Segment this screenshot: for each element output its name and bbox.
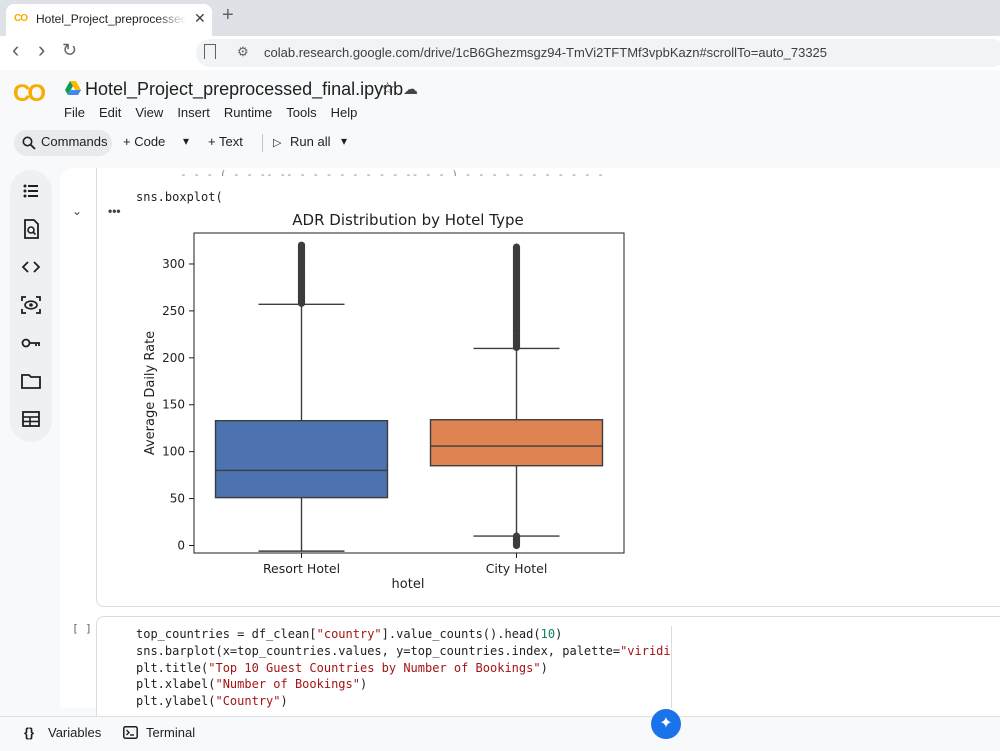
code-line: sns.barplot(x=top_countries.values, y=to… bbox=[136, 643, 671, 660]
new-tab-icon[interactable]: + bbox=[222, 4, 234, 27]
run-all-play-icon: ▷ bbox=[273, 137, 282, 149]
site-info-icon[interactable]: ⚙ bbox=[237, 44, 249, 60]
y-tick-label: 100 bbox=[162, 445, 185, 459]
code-token: top_countries = df_clean[ bbox=[136, 627, 317, 641]
terminal-icon bbox=[123, 726, 138, 739]
y-tick-label: 0 bbox=[177, 538, 185, 552]
menu-insert[interactable]: Insert bbox=[177, 105, 210, 120]
colab-logo[interactable]: CO bbox=[13, 80, 46, 108]
secrets-key-icon[interactable] bbox=[19, 331, 43, 355]
cut-off-code-line: - - - ( - - -- -- - - - - - - - - -- - -… bbox=[180, 168, 604, 176]
menu-runtime[interactable]: Runtime bbox=[224, 105, 272, 120]
code-token: plt.xlabel( bbox=[136, 677, 216, 692]
commands-label[interactable]: Commands bbox=[41, 134, 107, 149]
add-code-button[interactable]: + Code bbox=[123, 134, 165, 149]
code-line: plt.ylabel("Country") bbox=[136, 693, 671, 708]
y-tick-label: 300 bbox=[162, 257, 185, 271]
code-token: ) bbox=[555, 627, 563, 641]
code-token: "Country" bbox=[215, 694, 281, 708]
code-line: sns.boxplot( bbox=[136, 190, 223, 204]
code-line: top_countries = df_clean["country"].valu… bbox=[136, 626, 671, 643]
close-tab-icon[interactable]: ✕ bbox=[194, 10, 206, 27]
variables-button[interactable]: Variables bbox=[48, 725, 101, 740]
y-tick-label: 250 bbox=[162, 304, 185, 318]
box-1 bbox=[214, 419, 389, 499]
find-icon[interactable] bbox=[19, 217, 43, 241]
code-editor[interactable]: top_countries = df_clean["country"].valu… bbox=[136, 626, 672, 708]
data-table-icon[interactable] bbox=[19, 407, 43, 431]
gemini-button[interactable]: ✦ bbox=[651, 709, 681, 739]
y-tick-label: 150 bbox=[162, 398, 185, 412]
bookmark-icon[interactable] bbox=[204, 44, 216, 59]
run-cell-bracket[interactable]: [ ] bbox=[72, 622, 92, 635]
menu-edit[interactable]: Edit bbox=[99, 105, 121, 120]
toolbar-divider bbox=[262, 134, 263, 152]
variables-icon: {} bbox=[24, 725, 35, 740]
x-tick-label: Resort Hotel bbox=[263, 561, 340, 576]
code-token: plt.title( bbox=[136, 660, 209, 675]
code-line: plt.title("Top 10 Guest Countries by Num… bbox=[136, 660, 671, 677]
code-token: "Top 10 Guest Countries by Number of Boo… bbox=[208, 660, 541, 675]
browser-tab[interactable]: CO Hotel_Project_preprocessed_final.ipyn… bbox=[6, 4, 212, 36]
url-text[interactable]: colab.research.google.com/drive/1cB6Ghez… bbox=[264, 45, 827, 60]
google-drive-icon bbox=[65, 81, 81, 95]
code-token: ) bbox=[280, 694, 288, 708]
forward-icon[interactable]: › bbox=[38, 37, 45, 63]
y-axis-label: Average Daily Rate bbox=[143, 331, 158, 455]
outlier-point bbox=[297, 241, 306, 249]
menu-view[interactable]: View bbox=[135, 105, 163, 120]
code-token: "Number of Bookings" bbox=[215, 677, 360, 692]
add-text-button[interactable]: + Text bbox=[208, 134, 243, 149]
menu-help[interactable]: Help bbox=[331, 105, 358, 120]
outlier-point bbox=[512, 243, 521, 251]
cloud-sync-icon[interactable]: ☁ bbox=[403, 80, 418, 98]
code-token: ].value_counts().head( bbox=[381, 627, 541, 641]
y-tick-label: 200 bbox=[162, 351, 185, 365]
terminal-button[interactable]: Terminal bbox=[146, 725, 195, 740]
code-token: sns.barplot(x=top_countries.values, y=to… bbox=[136, 643, 621, 658]
collapse-output-icon[interactable]: ⌄ bbox=[72, 204, 82, 218]
code-line: plt.xlabel("Number of Bookings") bbox=[136, 676, 671, 693]
code-snippets-icon[interactable] bbox=[19, 255, 43, 279]
menu-file[interactable]: File bbox=[64, 105, 85, 120]
y-tick-label: 50 bbox=[170, 492, 185, 506]
reload-icon[interactable]: ↻ bbox=[62, 40, 77, 61]
star-icon[interactable]: ☆ bbox=[380, 79, 395, 99]
box-2 bbox=[429, 419, 604, 467]
menu-bar: File Edit View Insert Runtime Tools Help bbox=[64, 105, 371, 120]
x-axis-label: hotel bbox=[392, 577, 425, 592]
code-token: plt.ylabel( bbox=[136, 694, 216, 708]
code-dropdown-icon[interactable]: ▾ bbox=[183, 134, 189, 148]
code-token: ) bbox=[359, 677, 368, 692]
outlier-point bbox=[512, 532, 521, 540]
run-all-dropdown-icon[interactable]: ▾ bbox=[341, 134, 347, 148]
code-token: ) bbox=[540, 660, 548, 675]
chart-title: ADR Distribution by Hotel Type bbox=[292, 211, 523, 229]
code-token: 10 bbox=[540, 627, 556, 641]
code-token: "country" bbox=[316, 627, 382, 641]
search-icon bbox=[22, 136, 36, 150]
inspector-icon[interactable] bbox=[19, 293, 43, 317]
toc-icon[interactable] bbox=[19, 179, 43, 203]
x-tick-label: City Hotel bbox=[486, 561, 548, 576]
run-all-button[interactable]: Run all bbox=[290, 134, 330, 149]
colab-favicon-icon: CO bbox=[14, 13, 28, 24]
notebook-title[interactable]: Hotel_Project_preprocessed_final.ipynb bbox=[85, 79, 403, 100]
back-icon[interactable]: ‹ bbox=[12, 37, 19, 63]
code-token: "viridis" bbox=[620, 643, 671, 658]
plot-frame bbox=[193, 232, 625, 554]
menu-tools[interactable]: Tools bbox=[286, 105, 316, 120]
tab-title: Hotel_Project_preprocessed_final.ipynb bbox=[36, 12, 186, 26]
output-actions-icon[interactable]: ••• bbox=[108, 204, 121, 218]
files-folder-icon[interactable] bbox=[19, 369, 43, 393]
adr-boxplot-chart: ADR Distribution by Hotel Type 0 50 100 150… bbox=[143, 211, 625, 592]
